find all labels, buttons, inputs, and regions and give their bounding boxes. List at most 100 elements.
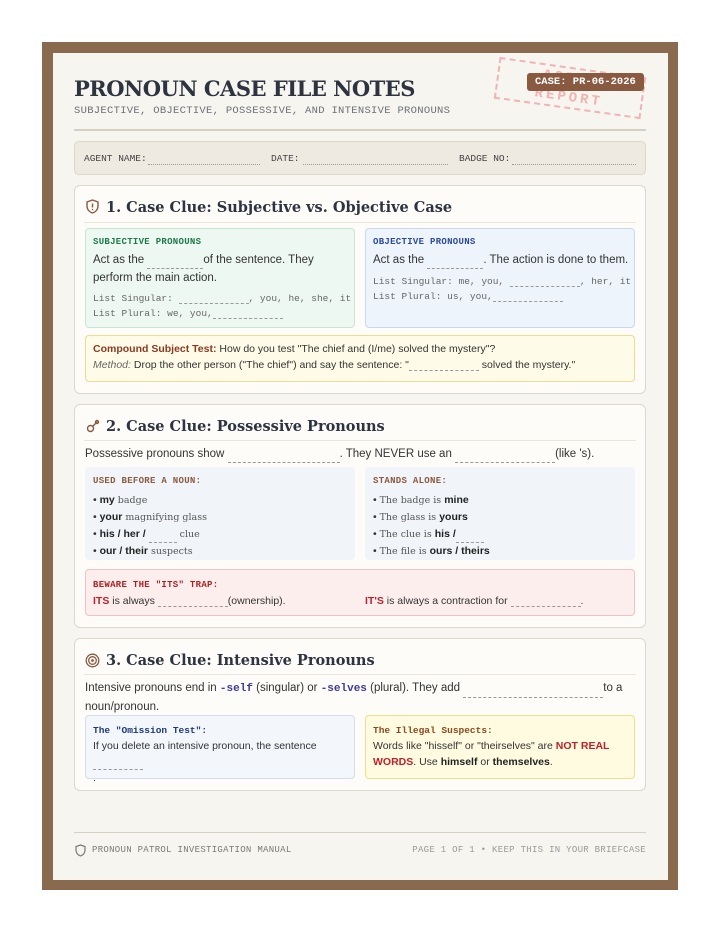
not-real-a: NOT REAL <box>555 740 610 752</box>
before-noun-item: • your magnifying glass <box>93 511 207 523</box>
agent-name-field[interactable] <box>148 164 260 165</box>
illegal-end: . <box>549 756 553 768</box>
subjective-text-a: Act as the <box>93 254 145 266</box>
omission-test-label: The "Omission Test": <box>93 725 208 736</box>
section2-divider <box>84 440 636 441</box>
stands-alone-item: • The badge is mine <box>373 494 469 506</box>
badge-no-field[interactable] <box>512 164 636 165</box>
its-trap-box <box>85 569 635 616</box>
compound-label: Compound Subject Test: <box>93 343 217 355</box>
date-label: DATE: <box>271 153 300 164</box>
obj-plural-a: List Plural: us, you, <box>373 291 493 302</box>
stands-alone-label: STANDS ALONE: <box>373 476 448 486</box>
subjective-blank[interactable] <box>147 257 204 269</box>
stands-alone-item: • The glass is yours <box>373 511 468 523</box>
subj-plural-blank[interactable] <box>212 307 283 319</box>
omission-blank[interactable] <box>93 758 143 770</box>
possessive-blank-2[interactable] <box>455 451 556 463</box>
subjective-label: SUBJECTIVE PRONOUNS <box>93 237 202 247</box>
intensive-intro-a: Intensive pronouns end in <box>85 682 217 694</box>
subj-singular-blank[interactable] <box>178 292 249 304</box>
its-trap-label: BEWARE THE "ITS" TRAP: <box>93 580 219 590</box>
objective-plural: List Plural: us, you, <box>373 290 563 302</box>
obj-singular-a: List Singular: me, you, <box>373 276 505 287</box>
objective-singular: List Singular: me, you, , her, it <box>373 275 631 287</box>
intensive-blank[interactable] <box>463 686 604 698</box>
possessive-intro-c: (like 's). <box>555 448 595 460</box>
objective-label: OBJECTIVE PRONOUNS <box>373 237 476 247</box>
itsx-blank[interactable] <box>510 595 581 607</box>
omission-test-text: If you delete an intensive pronoun, the … <box>93 738 351 786</box>
objective-blank[interactable] <box>427 257 484 269</box>
footer-divider <box>74 832 646 833</box>
stands-alone-item: • The file is ours / theirs <box>373 545 490 557</box>
selves-keyword: -selves <box>320 683 367 695</box>
stands-alone-list: • The badge is mine • The glass is yours… <box>373 492 490 560</box>
agent-info-bar <box>74 141 646 175</box>
badge-no-label: BADGE NO: <box>459 153 511 164</box>
before-noun-item: • my badge <box>93 494 148 506</box>
before-noun-item: • his / her / clue <box>93 526 207 543</box>
itsx-text: is always a contraction for <box>386 595 508 607</box>
method-text-a: Drop the other person ("The chief") and … <box>133 359 409 371</box>
its-word: ITS <box>93 595 110 607</box>
agent-name-label: AGENT NAME: <box>84 153 147 164</box>
possessive-intro: Possessive pronouns show . They NEVER us… <box>85 445 594 463</box>
obj-singular-blank[interactable] <box>509 275 580 287</box>
illegal-suspects-text: Words like "hisself" or "theirselves" ar… <box>373 738 631 770</box>
compound-test-line: Compound Subject Test: How do you test "… <box>93 343 495 355</box>
footer-shield-icon <box>75 844 86 862</box>
section1-title: 1. Case Clue: Subjective vs. Objective C… <box>106 199 453 216</box>
header-divider <box>74 129 646 131</box>
method-label: Method: <box>93 359 131 371</box>
possessive-blank-1[interactable] <box>227 451 340 463</box>
self-keyword: -self <box>219 683 253 695</box>
its-text: is always <box>112 595 155 607</box>
page-subtitle: SUBJECTIVE, OBJECTIVE, POSSESSIVE, AND I… <box>74 105 451 117</box>
subj-singular-b: , you, he, she, it <box>248 293 352 304</box>
or-word: or <box>480 756 490 768</box>
date-field[interactable] <box>303 164 448 165</box>
omission-text: If you delete an intensive pronoun, the … <box>93 740 317 752</box>
intensive-intro: Intensive pronouns end in -self (singula… <box>85 679 630 716</box>
compound-text: How do you test "The chief and (I/me) so… <box>219 343 496 355</box>
itsx-word: IT'S <box>365 595 384 607</box>
target-icon <box>85 653 100 673</box>
compound-method-line: Method: Drop the other person ("The chie… <box>93 359 575 371</box>
method-blank[interactable] <box>408 359 479 371</box>
its-rule: ITS is always (ownership). <box>93 595 286 607</box>
subj-singular-a: List Singular: <box>93 293 173 304</box>
subjective-text: Act as the of the sentence. They perform… <box>93 251 348 287</box>
possessive-intro-b: . They NEVER use an <box>339 448 452 460</box>
method-text-b: solved the mystery." <box>481 359 576 371</box>
case-badge: CASE: PR-06-2026 <box>527 73 644 91</box>
section3-title: 3. Case Clue: Intensive Pronouns <box>106 652 375 669</box>
itsx-after: . <box>580 595 584 607</box>
intensive-intro-c: (plural). They add <box>370 682 461 694</box>
before-noun-blank[interactable] <box>148 531 177 543</box>
stands-alone-item: • The clue is his / <box>373 526 490 543</box>
magnifier-icon <box>86 419 100 438</box>
omission-end: . <box>93 772 96 784</box>
illegal-suspects-label: The Illegal Suspects: <box>373 725 493 736</box>
subjective-singular: List Singular: , you, he, she, it <box>93 292 351 304</box>
objective-text: Act as the . The action is done to them. <box>373 251 631 269</box>
section3-divider <box>84 674 636 675</box>
illegal-text-b: . Use <box>413 756 438 768</box>
its-blank[interactable] <box>157 595 228 607</box>
its-after: (ownership). <box>227 595 286 607</box>
footer-right: PAGE 1 OF 1 • KEEP THIS IN YOUR BRIEFCAS… <box>412 845 646 855</box>
before-noun-list: • my badge • your magnifying glass • his… <box>93 492 207 560</box>
page-title: PRONOUN CASE FILE NOTES <box>74 76 415 101</box>
stands-alone-blank[interactable] <box>455 531 484 543</box>
illegal-text-a: Words like "hisself" or "theirselves" ar… <box>373 740 553 752</box>
section2-title: 2. Case Clue: Possessive Pronouns <box>106 418 385 435</box>
themselves-word: themselves <box>492 756 550 768</box>
itsx-rule: IT'S is always a contraction for . <box>365 595 583 607</box>
obj-plural-blank[interactable] <box>492 290 563 302</box>
possessive-intro-a: Possessive pronouns show <box>85 448 225 460</box>
section1-divider <box>84 222 636 223</box>
footer-left: PRONOUN PATROL INVESTIGATION MANUAL <box>92 845 292 855</box>
subj-plural-a: List Plural: we, you, <box>93 308 213 319</box>
intensive-intro-b: (singular) or <box>256 682 318 694</box>
